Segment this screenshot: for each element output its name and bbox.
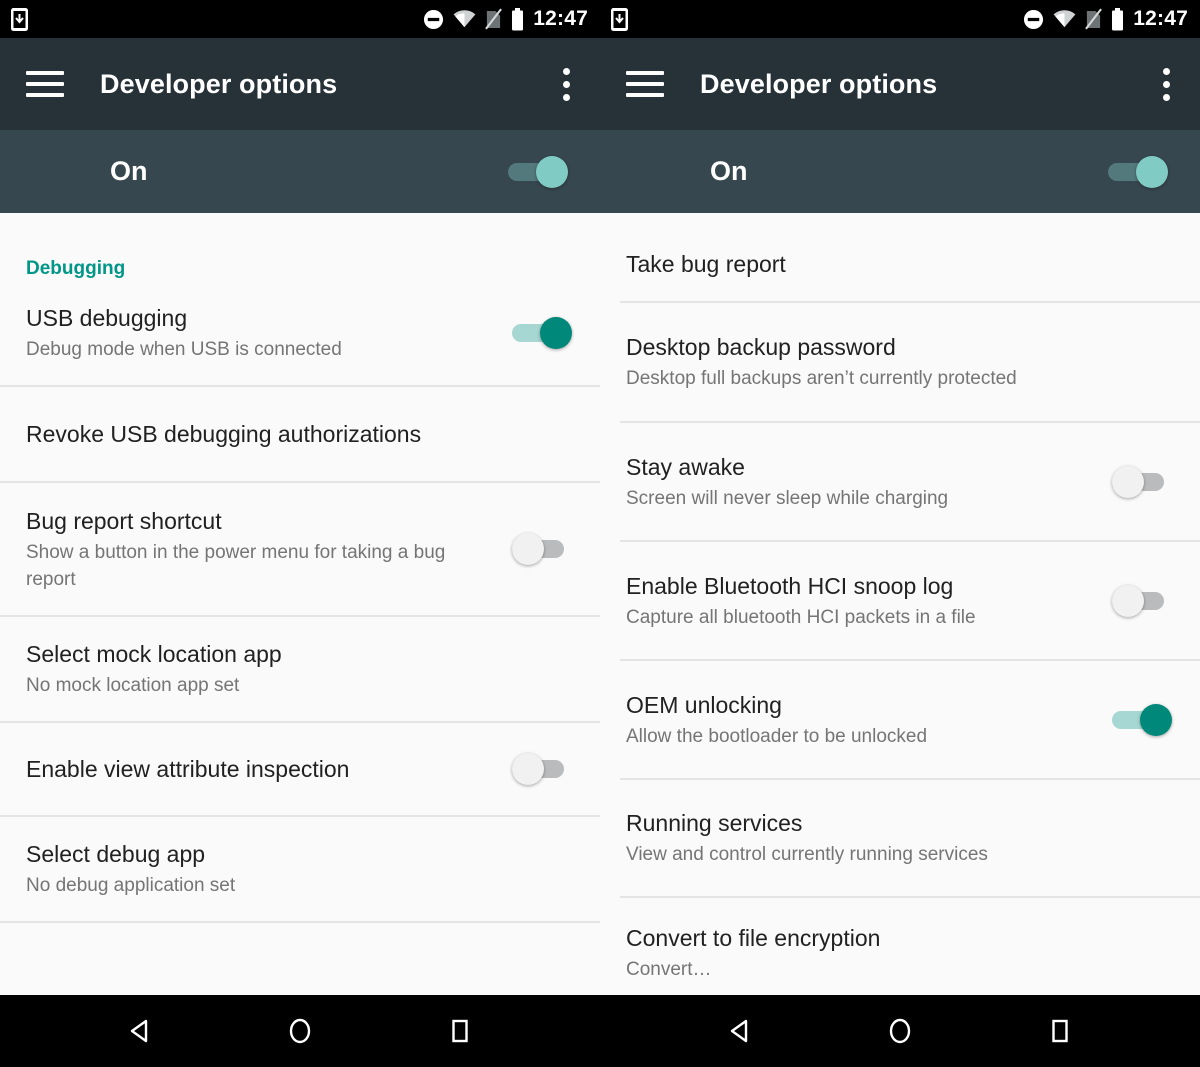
left-settings-list: Debugging USB debugging Debug mode when … (0, 213, 600, 923)
hamburger-menu-icon[interactable] (26, 71, 64, 97)
list-item-title: Enable view attribute inspection (26, 756, 350, 782)
list-item-title: Desktop backup password (626, 334, 896, 360)
oem-unlocking-toggle[interactable] (1112, 702, 1174, 738)
status-bar-clock: 12:47 (1133, 7, 1188, 30)
no-sim-icon (1085, 8, 1103, 30)
master-switch-toggle[interactable] (1108, 154, 1170, 190)
phone-download-icon (610, 7, 629, 32)
list-item-title: USB debugging (26, 305, 188, 331)
android-navigation-bar (0, 995, 1200, 1067)
dual-screenshot-container: 12:47 Developer options On Debugging USB… (0, 0, 1200, 1067)
list-item[interactable]: Select debug app No debug application se… (0, 817, 600, 921)
list-item[interactable]: Bug report shortcut Show a button in the… (0, 483, 600, 615)
list-item-subtitle: Screen will never sleep while charging (626, 487, 949, 509)
switch-thumb (512, 753, 544, 785)
bug-report-shortcut-toggle[interactable] (512, 531, 574, 567)
status-bar-clock: 12:47 (533, 7, 588, 30)
switch-thumb (1136, 155, 1168, 188)
status-bar: 12:47 (600, 0, 1200, 38)
battery-icon (511, 7, 524, 31)
list-item-subtitle: Capture all bluetooth HCI packets in a f… (626, 606, 976, 628)
battery-icon (1111, 7, 1124, 31)
list-item-title: Select debug app (26, 841, 206, 867)
overflow-menu-icon[interactable] (1162, 67, 1170, 101)
wifi-icon (1053, 10, 1076, 28)
list-item-subtitle: Show a button in the power menu for taki… (26, 541, 446, 590)
usb-debugging-toggle[interactable] (512, 315, 574, 351)
section-header-debugging: Debugging (26, 258, 126, 279)
list-item[interactable]: Enable Bluetooth HCI snoop log Capture a… (600, 542, 1200, 659)
switch-thumb (1112, 584, 1144, 617)
page-title: Developer options (700, 68, 938, 99)
view-attribute-inspection-toggle[interactable] (512, 751, 574, 787)
left-phone-panel: 12:47 Developer options On Debugging USB… (0, 0, 600, 1067)
list-item[interactable]: Desktop backup password Desktop full bac… (600, 303, 1200, 421)
list-item[interactable]: USB debugging Debug mode when USB is con… (0, 281, 600, 385)
status-bar-right-icons: 12:47 (423, 7, 588, 31)
list-item-title: Stay awake (626, 453, 745, 480)
list-item-title: Bug report shortcut (26, 507, 222, 534)
list-item-subtitle: View and control currently running servi… (626, 844, 988, 865)
bluetooth-hci-snoop-log-toggle[interactable] (1112, 583, 1174, 619)
back-nav-icon[interactable] (725, 1016, 755, 1046)
do-not-disturb-icon (423, 9, 444, 30)
home-nav-icon[interactable] (885, 1016, 915, 1046)
list-item-subtitle: Convert… (626, 959, 712, 980)
do-not-disturb-icon (1023, 9, 1044, 30)
overflow-menu-icon[interactable] (562, 67, 570, 101)
back-nav-icon[interactable] (125, 1016, 155, 1046)
no-sim-icon (485, 8, 503, 30)
developer-options-master-switch-row[interactable]: On (0, 130, 600, 213)
nav-buttons-right (600, 995, 1200, 1067)
list-item[interactable]: Running services View and control curren… (600, 780, 1200, 896)
list-item-title: Revoke USB debugging authorizations (26, 421, 422, 447)
hamburger-menu-icon[interactable] (626, 71, 664, 97)
developer-options-master-switch-row[interactable]: On (600, 130, 1200, 213)
list-item-title: Select mock location app (26, 641, 282, 667)
list-item[interactable]: Revoke USB debugging authorizations (0, 387, 600, 481)
list-divider (0, 921, 600, 923)
master-switch-toggle[interactable] (508, 154, 570, 190)
master-switch-label: On (710, 156, 748, 186)
list-item-title: Take bug report (626, 251, 786, 277)
right-phone-panel: 12:47 Developer options On Take bug repo… (600, 0, 1200, 1067)
stay-awake-toggle[interactable] (1112, 464, 1174, 500)
list-item-subtitle: No debug application set (26, 875, 236, 896)
status-bar: 12:47 (0, 0, 600, 38)
wifi-icon (453, 10, 476, 28)
switch-thumb (1112, 465, 1144, 498)
list-item[interactable]: Select mock location app No mock locatio… (0, 617, 600, 721)
right-settings-list: Take bug report Desktop backup password … (600, 213, 1200, 1008)
app-toolbar: Developer options (0, 38, 600, 130)
switch-thumb (536, 155, 568, 188)
page-title: Developer options (100, 68, 338, 99)
list-item[interactable]: Enable view attribute inspection (0, 723, 600, 815)
list-item[interactable]: OEM unlocking Allow the bootloader to be… (600, 661, 1200, 778)
list-item-title: OEM unlocking (626, 691, 782, 718)
recents-nav-icon[interactable] (445, 1016, 475, 1046)
list-item-subtitle: Debug mode when USB is connected (26, 339, 342, 360)
list-item[interactable]: Take bug report (600, 213, 1200, 301)
home-nav-icon[interactable] (285, 1016, 315, 1046)
switch-thumb (540, 317, 572, 349)
list-item-title: Enable Bluetooth HCI snoop log (626, 572, 954, 599)
switch-thumb (512, 533, 544, 565)
status-bar-left-icons (10, 7, 29, 32)
switch-thumb (1140, 703, 1172, 736)
recents-nav-icon[interactable] (1045, 1016, 1075, 1046)
list-item-title: Convert to file encryption (626, 925, 881, 951)
nav-buttons-left (0, 995, 600, 1067)
app-toolbar: Developer options (600, 38, 1200, 130)
list-item-subtitle: Desktop full backups aren’t currently pr… (626, 368, 1017, 389)
list-item-subtitle: Allow the bootloader to be unlocked (626, 725, 928, 747)
list-item-subtitle: No mock location app set (26, 675, 240, 696)
list-item[interactable]: Convert to file encryption Convert… (600, 898, 1200, 1008)
list-item[interactable]: Stay awake Screen will never sleep while… (600, 423, 1200, 540)
master-switch-label: On (110, 156, 148, 186)
list-item-title: Running services (626, 810, 803, 836)
status-bar-left-icons (610, 7, 629, 32)
phone-download-icon (10, 7, 29, 32)
status-bar-right-icons: 12:47 (1023, 7, 1188, 31)
